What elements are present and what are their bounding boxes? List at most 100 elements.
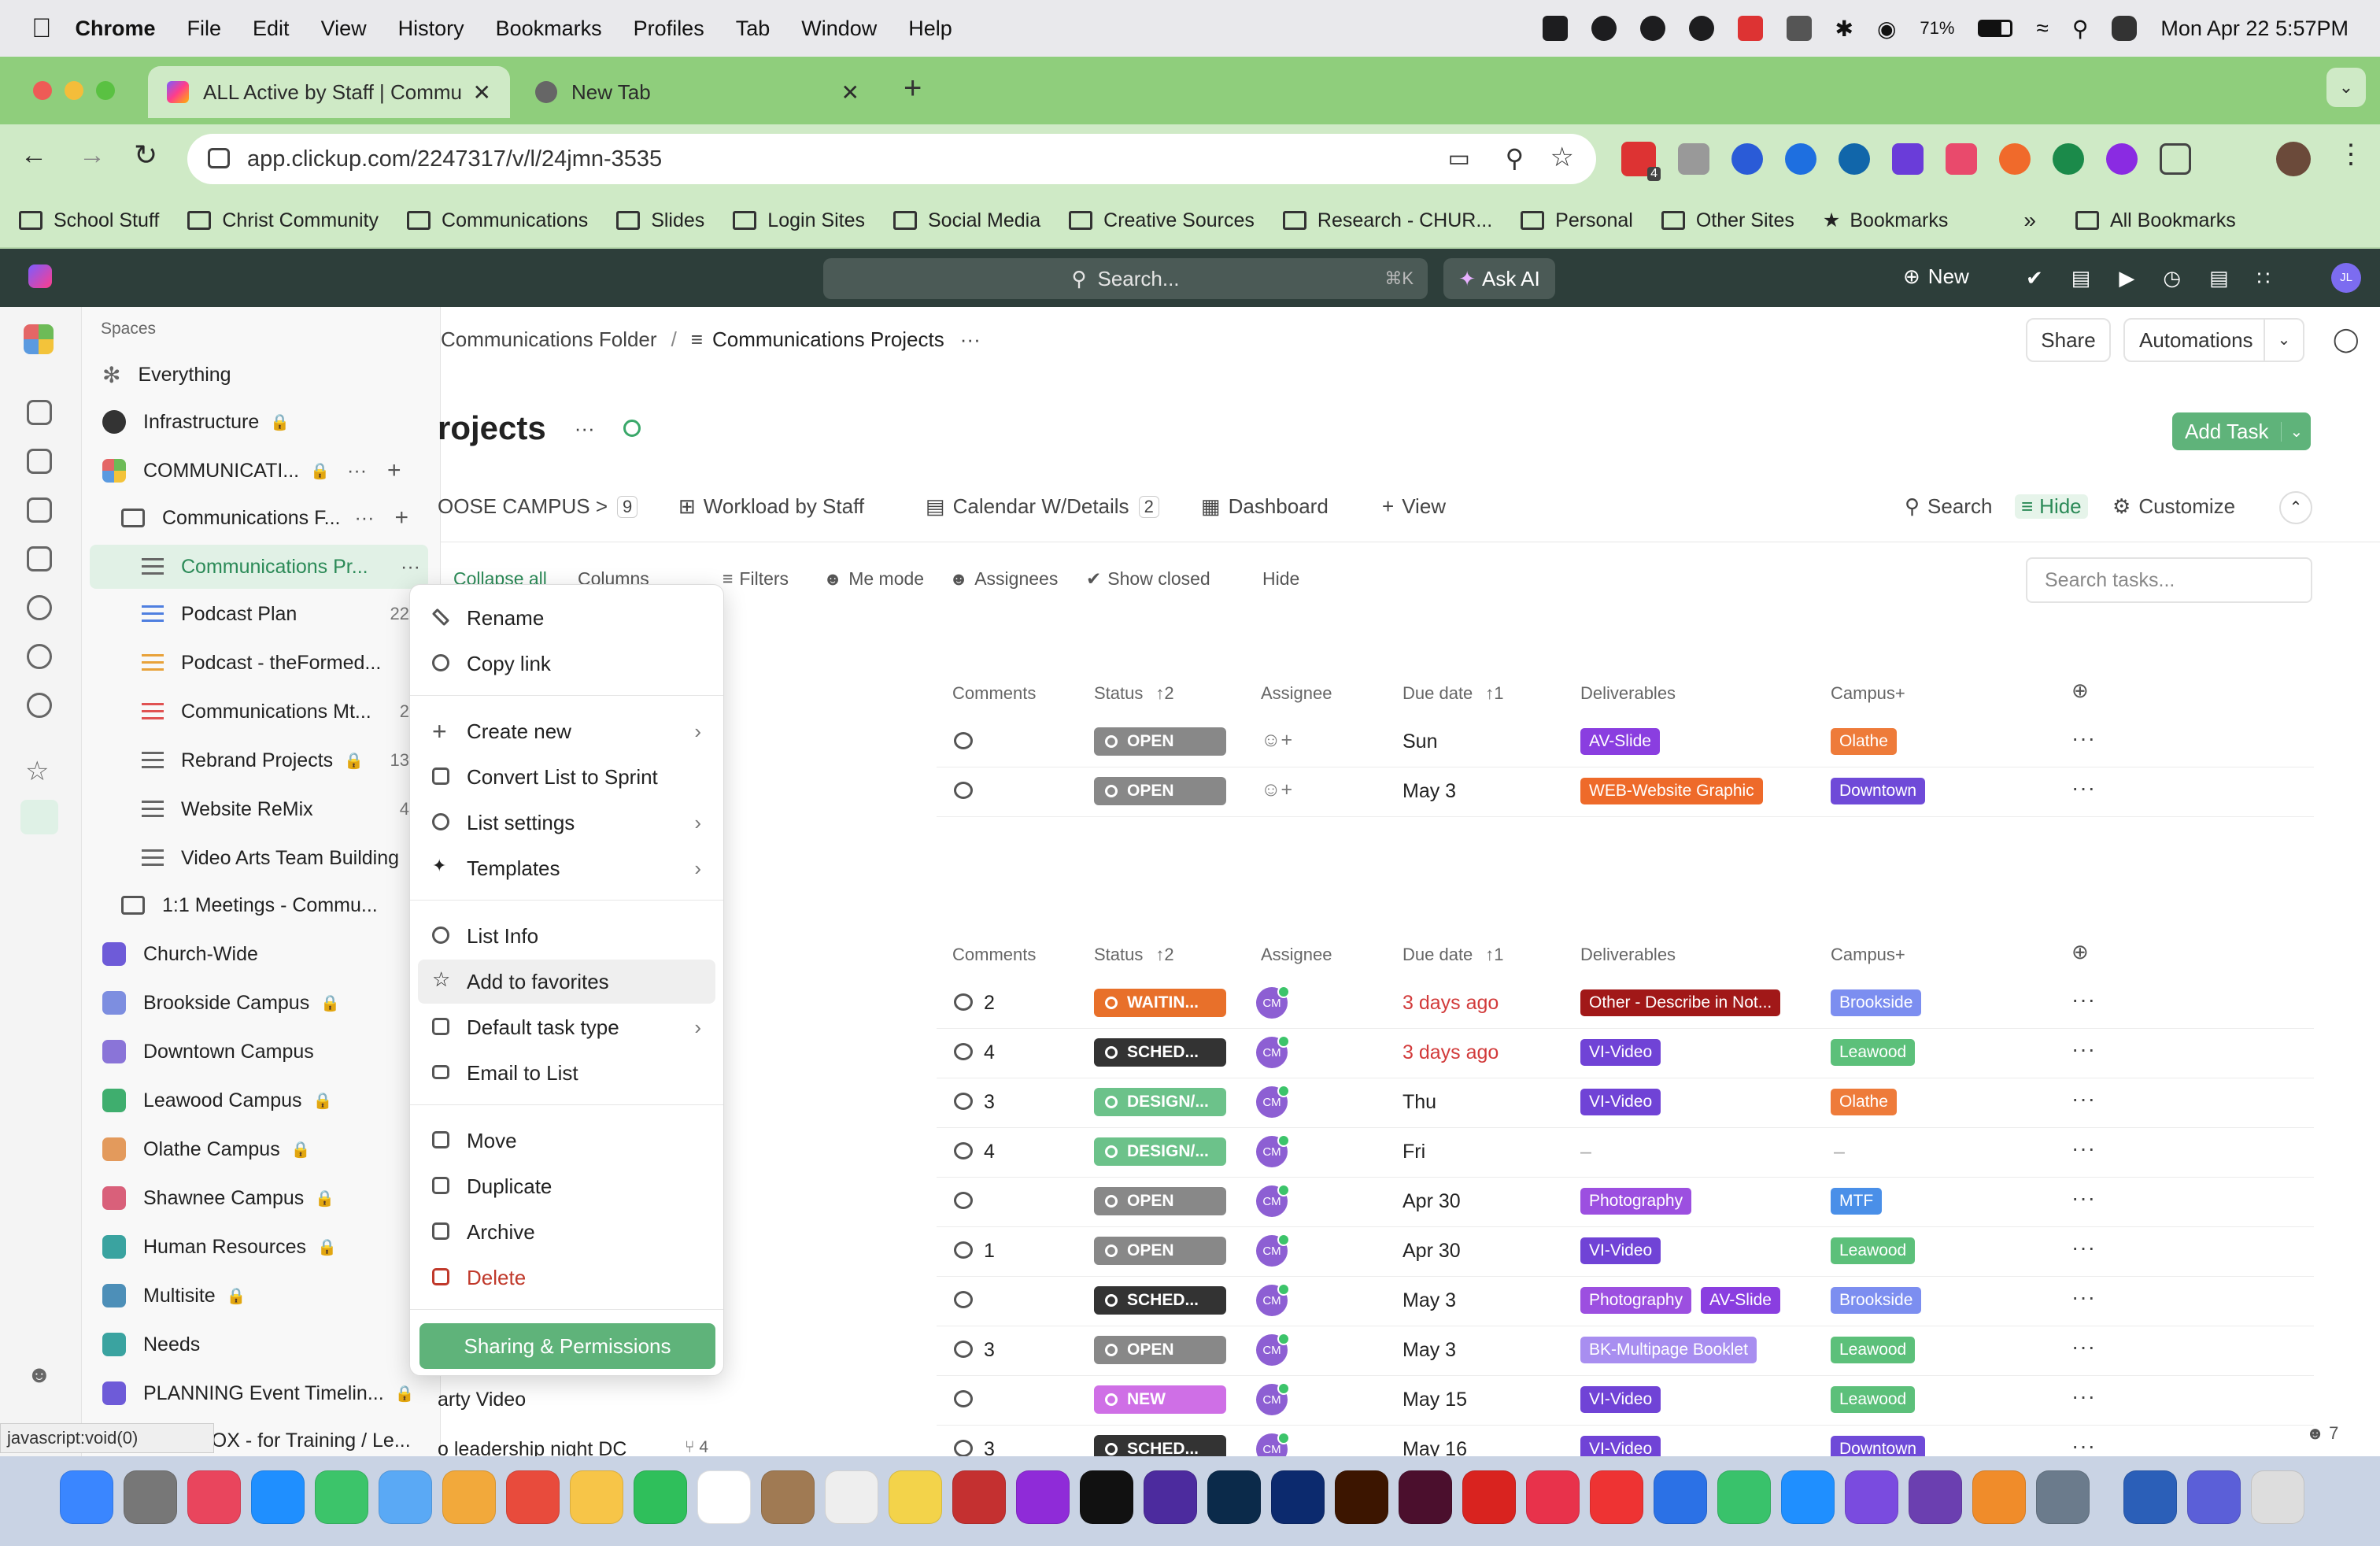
due-date[interactable]: 3 days ago (1402, 1041, 1499, 1064)
timesheets-icon[interactable] (27, 644, 52, 669)
extension-calendar-icon[interactable]: 4 (1621, 142, 1661, 181)
dock-app-icon[interactable] (124, 1470, 177, 1524)
dock-app-icon[interactable] (2251, 1470, 2304, 1524)
comment-bubble-icon[interactable] (954, 1291, 973, 1308)
user-avatar[interactable]: JL (2331, 263, 2361, 293)
all-bookmarks[interactable]: All Bookmarks (2075, 209, 2236, 232)
battery-icon[interactable] (1978, 20, 2013, 37)
row-more-icon[interactable]: ··· (2071, 1433, 2096, 1459)
menu-delete[interactable]: Delete (418, 1256, 715, 1300)
sidebar-item-communications-mt[interactable]: Communications Mt... 2 (82, 690, 441, 734)
sidebar-item-communications-projects[interactable]: Communications Pr... ··· (90, 545, 428, 589)
dock-app-icon[interactable] (1845, 1470, 1898, 1524)
show-closed-button[interactable]: ✔ Show closed (1086, 568, 1210, 590)
assignee-avatar[interactable]: CM (1256, 1233, 1290, 1267)
bookmark-folder[interactable]: Other Sites (1661, 209, 1794, 232)
bookmark-folder[interactable]: Personal (1521, 209, 1633, 232)
row-more-icon[interactable]: ··· (2071, 1235, 2096, 1260)
automations-button[interactable]: Automations ⌄ (2123, 318, 2304, 362)
dock-app-icon[interactable] (1271, 1470, 1325, 1524)
campus-tag[interactable]: Downtown (1831, 778, 1926, 804)
menu-rename[interactable]: Rename (418, 596, 715, 640)
menu-help[interactable]: Help (908, 17, 952, 41)
back-icon[interactable]: ← (20, 140, 47, 171)
list-more-icon[interactable]: ··· (401, 556, 420, 579)
due-date[interactable]: Apr 30 (1402, 1190, 1461, 1213)
dock-app-icon[interactable] (2036, 1470, 2090, 1524)
menu-move[interactable]: Move (418, 1119, 715, 1163)
control-center-icon[interactable] (2112, 16, 2138, 41)
menu-archive[interactable]: Archive (418, 1210, 715, 1254)
campus-tag[interactable]: Leawood (1831, 1039, 1916, 1066)
campus-tag[interactable]: Leawood (1831, 1237, 1916, 1264)
bookmark-folder[interactable]: School Stuff (19, 209, 159, 232)
extension-v-icon[interactable] (1892, 143, 1924, 175)
menu-convert-to-sprint[interactable]: Convert List to Sprint (418, 755, 715, 799)
status-badge[interactable]: DESIGN/... (1094, 1088, 1226, 1116)
sidebar-item-brookside[interactable]: Brookside Campus 🔒 (82, 981, 441, 1025)
dock-app-icon[interactable] (442, 1470, 496, 1524)
due-date[interactable]: Apr 30 (1402, 1240, 1461, 1263)
close-tab-icon[interactable]: ✕ (473, 80, 491, 105)
collapse-views-chevron-icon[interactable]: ⌃ (2279, 491, 2312, 524)
check-circle-icon[interactable]: ✔ (2026, 266, 2043, 290)
deliverable-tag[interactable]: VI-Video (1580, 1089, 1661, 1115)
grammarly-icon[interactable] (1591, 16, 1617, 41)
title-more-icon[interactable]: ··· (575, 416, 595, 441)
dock-app-icon[interactable] (952, 1470, 1006, 1524)
view-dashboard[interactable]: ▦ Dashboard (1201, 494, 1329, 519)
status-badge[interactable]: OPEN (1094, 777, 1226, 805)
row-more-icon[interactable]: ··· (2071, 1334, 2096, 1359)
dock-app-icon[interactable] (1399, 1470, 1452, 1524)
dashboards-icon[interactable] (27, 546, 52, 571)
breadcrumb-folder[interactable]: Communications Folder (441, 327, 657, 352)
dock-app-icon[interactable] (187, 1470, 241, 1524)
deliverable-tag[interactable]: Photography (1580, 1188, 1692, 1215)
forward-icon[interactable]: → (79, 140, 105, 171)
deliverable-tag[interactable]: Photography (1580, 1287, 1692, 1314)
add-assignee-icon[interactable]: ☺+ (1261, 729, 1292, 752)
column-campus[interactable]: Campus+ (1831, 945, 1905, 965)
add-view-button[interactable]: + View (1382, 494, 1446, 519)
apple-icon[interactable]:  (31, 13, 52, 44)
dock-app-icon[interactable] (1717, 1470, 1771, 1524)
comment-bubble-icon[interactable] (954, 1241, 973, 1259)
menu-window[interactable]: Window (801, 17, 877, 41)
row-more-icon[interactable]: ··· (2071, 1037, 2096, 1062)
sidebar-item-olathe[interactable]: Olathe Campus 🔒 (82, 1127, 441, 1171)
column-due-date[interactable]: Due date ↑ 1 (1402, 945, 1504, 965)
close-tab-icon[interactable]: ✕ (841, 80, 859, 105)
invite-people-icon[interactable]: ☻ (27, 1362, 52, 1389)
view-workload-by-staff[interactable]: ⊞ Workload by Staff (678, 494, 864, 519)
view-search-button[interactable]: ⚲ Search (1905, 494, 1992, 519)
deliverable-tag[interactable]: WEB-Website Graphic (1580, 778, 1763, 804)
sharing-permissions-button[interactable]: Sharing & Permissions (419, 1323, 715, 1369)
add-task-button[interactable]: Add Task ⌄ (2172, 412, 2312, 450)
due-date[interactable]: May 15 (1402, 1389, 1467, 1411)
row-more-icon[interactable]: ··· (2071, 1086, 2096, 1111)
me-mode-button[interactable]: ☻ Me mode (823, 568, 924, 590)
campus-tag[interactable]: Olathe (1831, 1089, 1897, 1115)
comment-bubble-icon[interactable] (954, 1192, 973, 1209)
dock-app-icon[interactable] (1080, 1470, 1133, 1524)
global-search[interactable]: ⚲ Search... ⌘K (823, 258, 1428, 299)
sidebar-item-downtown[interactable]: Downtown Campus (82, 1030, 441, 1074)
view-calendar-details[interactable]: ▤ Calendar W/Details 2 (926, 494, 1159, 519)
workspace-icon[interactable] (24, 324, 54, 354)
sidebar-item-one-on-one-meetings[interactable]: 1:1 Meetings - Commu... (82, 883, 441, 927)
share-button[interactable]: Share (2026, 318, 2111, 362)
sidebar-item-podcast-plan[interactable]: Podcast Plan 22 (82, 592, 441, 636)
due-date[interactable]: May 3 (1402, 1339, 1456, 1362)
menu-email-to-list[interactable]: Email to List (418, 1051, 715, 1095)
sidebar-item-communications-space[interactable]: COMMUNICATI... 🔒 ··· + (82, 449, 441, 493)
sidebar-item-needs[interactable]: Needs (82, 1322, 441, 1367)
dock-app-icon[interactable] (1909, 1470, 1962, 1524)
dock-app-icon[interactable] (1781, 1470, 1835, 1524)
breadcrumb-list[interactable]: Communications Projects (712, 327, 944, 352)
menu-create-new[interactable]: + Create new › (418, 709, 715, 753)
chrome-menu-icon[interactable]: ⋮ (2338, 139, 2364, 170)
due-date[interactable]: May 3 (1402, 1289, 1456, 1312)
menu-tab[interactable]: Tab (736, 17, 771, 41)
record-icon[interactable] (1737, 16, 1763, 41)
favorites-star-icon[interactable]: ☆ (25, 756, 49, 787)
